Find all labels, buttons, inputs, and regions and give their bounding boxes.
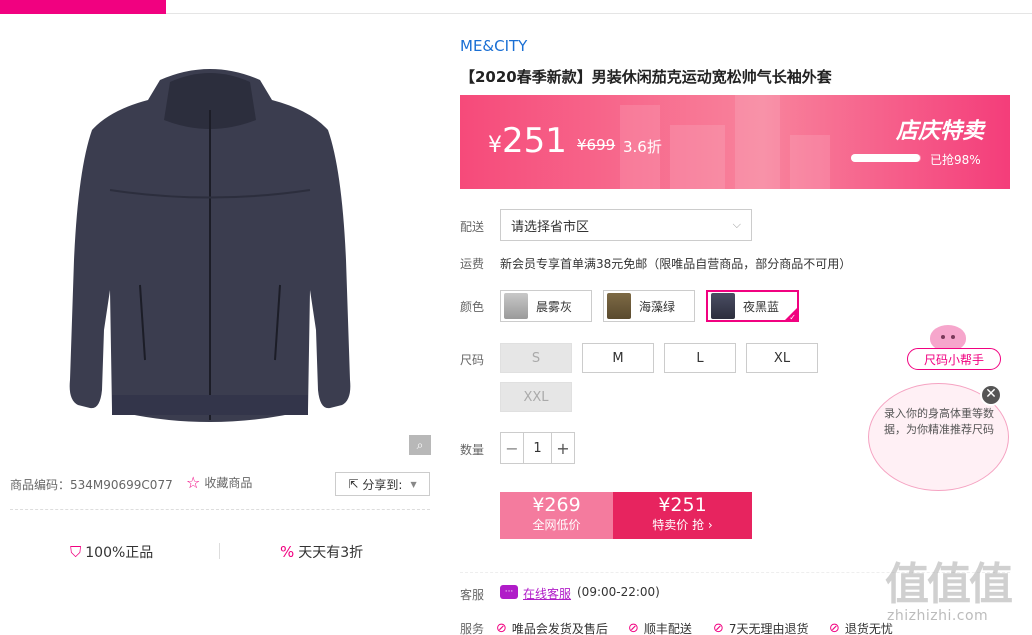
share-icon: ⇱	[348, 477, 359, 491]
network-price: ¥269	[532, 494, 581, 516]
color-thumbnail	[607, 293, 631, 319]
favorite-label: 收藏商品	[204, 476, 253, 490]
color-option-label: 海藻绿	[639, 299, 676, 314]
fee-label: 运费	[460, 257, 485, 271]
close-icon[interactable]: ✕	[980, 384, 1002, 406]
color-option-green[interactable]: 海藻绿	[603, 290, 695, 322]
check-circle-icon: ⊘	[829, 621, 840, 635]
discount-rate: 3.6折	[623, 138, 662, 156]
quantity-stepper: − 1 +	[500, 432, 575, 464]
event-title: 店庆特卖	[896, 119, 985, 144]
product-image[interactable]	[10, 30, 432, 458]
service-item: ⊘ 顺丰配送	[628, 620, 692, 635]
buy-now-button[interactable]: ¥251 特卖价 抢 ›	[613, 492, 752, 539]
color-label: 颜色	[460, 300, 485, 314]
mascot-eye	[941, 335, 945, 339]
color-option-navy[interactable]: 夜黑蓝 ✓	[706, 290, 799, 322]
banner-decoration	[670, 125, 725, 189]
discount-icon: %	[280, 543, 295, 561]
service-item-label: 退货无忧	[844, 622, 893, 635]
watermark-url: zhizhizhi.com	[887, 608, 989, 624]
original-price: ¥699	[577, 136, 616, 154]
sale-price: ¥251	[488, 121, 567, 161]
check-circle-icon: ⊘	[713, 621, 724, 635]
check-icon: ✓	[789, 313, 796, 322]
fee-text: 新会员专享首单满38元免邮（限唯品自营商品，部分商品不可用）	[500, 257, 852, 271]
increment-button[interactable]: +	[552, 433, 574, 463]
service-item: ⊘ 7天无理由退货	[713, 620, 809, 635]
watermark-logo: 值值值	[885, 559, 1013, 610]
service-item-label: 唯品会发货及售后	[511, 622, 608, 635]
authentic-guarantee: ⛉ 100%正品	[70, 542, 153, 562]
daily-discount-label: 天天有3折	[298, 545, 364, 561]
service-item-label: 顺丰配送	[643, 622, 692, 635]
network-price-label: 全网低价	[532, 518, 581, 532]
banner-decoration	[790, 135, 830, 189]
mascot-eye	[951, 335, 955, 339]
authentic-label: 100%正品	[85, 545, 154, 561]
customer-service-label: 客服	[460, 588, 485, 602]
network-price-box: ¥269 全网低价	[500, 492, 613, 539]
sold-progress-bar	[851, 154, 921, 162]
share-label: 分享到:	[362, 477, 403, 492]
services-label: 服务	[460, 622, 485, 635]
size-option-xxl[interactable]: XXL	[500, 382, 572, 412]
service-hours: (09:00-22:00)	[577, 585, 660, 599]
buy-price: ¥251	[658, 494, 707, 516]
size-option-m[interactable]: M	[582, 343, 654, 373]
size-option-l[interactable]: L	[664, 343, 736, 373]
buy-label: 特卖价 抢 ›	[652, 518, 713, 532]
color-option-grey[interactable]: 晨雾灰	[500, 290, 592, 322]
daily-discount: % 天天有3折	[280, 542, 363, 562]
currency-symbol: ¥	[488, 133, 502, 158]
size-option-s[interactable]: S	[500, 343, 572, 373]
product-code: 商品编码：534M90699C077	[10, 478, 173, 492]
product-title: 【2020春季新款】男装休闲茄克运动宽松帅气长袖外套	[460, 68, 832, 86]
color-option-label: 晨雾灰	[536, 299, 573, 314]
color-thumbnail	[504, 293, 528, 319]
shield-icon: ⛉	[70, 543, 82, 561]
region-select-value: 请选择省市区	[511, 219, 590, 235]
star-icon: ☆	[186, 473, 201, 492]
check-circle-icon: ⊘	[496, 621, 507, 635]
chevron-down-icon: ⌵	[732, 218, 741, 231]
sold-progress-fill	[851, 154, 920, 162]
jacket-photo	[69, 69, 351, 422]
decrement-button[interactable]: −	[501, 433, 523, 463]
size-helper-text: 录入你的身高体重等数据，为你精准推荐尺码	[884, 407, 994, 436]
active-nav-indicator	[0, 0, 166, 14]
promo-banner: ¥251 ¥699 3.6折 店庆特卖 已抢98%	[460, 95, 1010, 189]
chat-icon: ···	[500, 585, 518, 599]
share-button[interactable]: ⇱ 分享到: ▼	[335, 472, 430, 496]
service-item-label: 7天无理由退货	[728, 622, 809, 635]
online-service-link[interactable]: 在线客服	[523, 585, 571, 602]
sold-percent: 已抢98%	[930, 153, 981, 167]
region-select[interactable]: 请选择省市区 ⌵	[500, 209, 752, 241]
shipping-label: 配送	[460, 220, 485, 234]
color-thumbnail	[711, 293, 735, 319]
size-option-xl[interactable]: XL	[746, 343, 818, 373]
divider	[219, 543, 220, 559]
color-option-label: 夜黑蓝	[743, 299, 780, 314]
service-item: ⊘ 退货无忧	[829, 620, 893, 635]
divider	[10, 509, 430, 510]
brand-link[interactable]: ME&CITY	[460, 37, 527, 55]
size-helper-tag[interactable]: 尺码小帮手	[907, 348, 1001, 370]
quantity-label: 数量	[460, 443, 485, 457]
size-label: 尺码	[460, 353, 485, 367]
sale-price-value: 251	[502, 121, 567, 161]
banner-decoration	[735, 95, 780, 189]
service-item: ⊘ 唯品会发货及售后	[496, 620, 608, 635]
quantity-input[interactable]: 1	[523, 433, 552, 463]
magnifier-icon[interactable]: ⌕	[409, 435, 431, 455]
caret-down-icon: ▼	[410, 479, 417, 489]
favorite-button[interactable]: ☆ 收藏商品	[186, 473, 252, 492]
check-circle-icon: ⊘	[628, 621, 639, 635]
